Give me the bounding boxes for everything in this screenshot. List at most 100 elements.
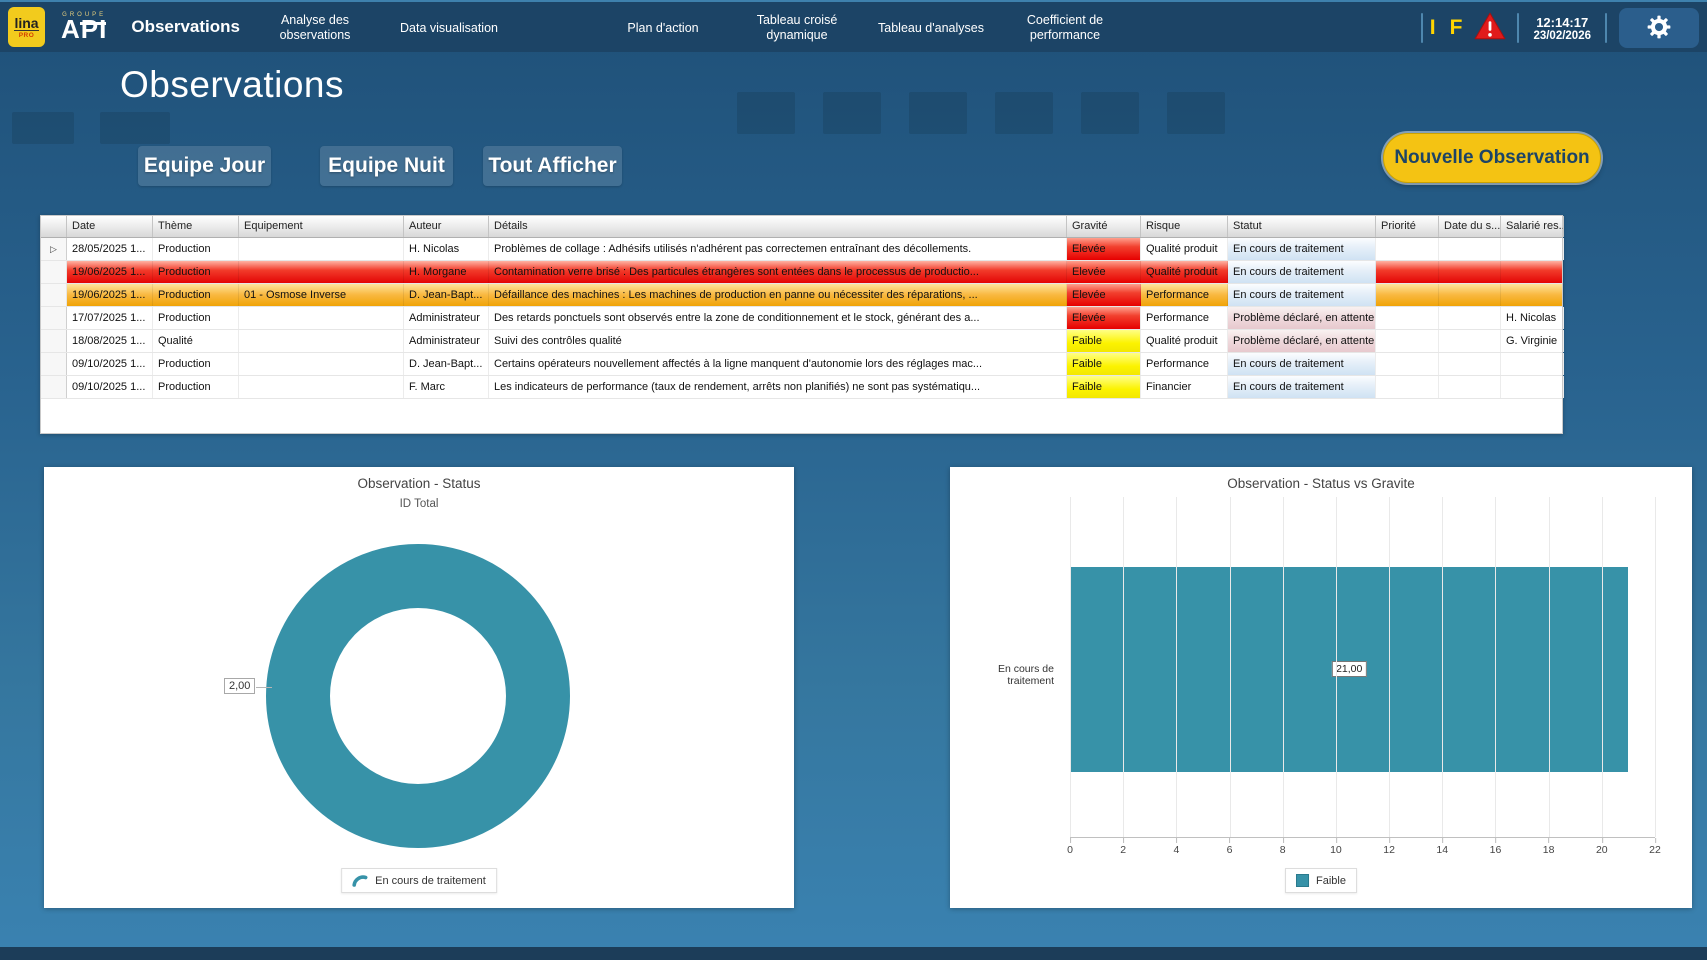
cell-theme[interactable]: Production <box>153 238 239 260</box>
cell-salarie[interactable] <box>1501 284 1564 306</box>
indicator-f[interactable]: F <box>1450 16 1463 40</box>
cell-auteur[interactable]: H. Nicolas <box>404 238 489 260</box>
cell-date-suivi[interactable] <box>1439 307 1501 329</box>
cell-statut[interactable]: En cours de traitement <box>1228 284 1376 306</box>
cell-gravite[interactable]: Elevée <box>1067 284 1141 306</box>
cell-risque[interactable]: Performance <box>1141 307 1228 329</box>
cell-details[interactable]: Suivi des contrôles qualité <box>489 330 1067 352</box>
cell-equipement[interactable] <box>239 238 404 260</box>
cell-statut[interactable]: En cours de traitement <box>1228 376 1376 398</box>
cell-risque[interactable]: Qualité produit <box>1141 261 1228 283</box>
cell-theme[interactable]: Production <box>153 353 239 375</box>
table-row[interactable]: 19/06/2025 1...Production01 - Osmose Inv… <box>41 284 1562 307</box>
cell-theme[interactable]: Qualité <box>153 330 239 352</box>
cell-priorite[interactable] <box>1376 238 1439 260</box>
column-header[interactable]: Risque <box>1141 216 1228 237</box>
cell-equipement[interactable] <box>239 353 404 375</box>
bar-legend[interactable]: Faible <box>1285 868 1357 893</box>
table-row[interactable]: 09/10/2025 1...ProductionD. Jean-Bapt...… <box>41 353 1562 376</box>
cell-gravite[interactable]: Elevée <box>1067 307 1141 329</box>
column-header[interactable]: Date du s... <box>1439 216 1501 237</box>
cell-risque[interactable]: Financier <box>1141 376 1228 398</box>
row-expander[interactable] <box>41 284 67 306</box>
cell-theme[interactable]: Production <box>153 261 239 283</box>
cell-details[interactable]: Contamination verre brisé : Des particul… <box>489 261 1067 283</box>
cell-date-suivi[interactable] <box>1439 353 1501 375</box>
cell-priorite[interactable] <box>1376 284 1439 306</box>
nav-data-visualisation[interactable]: Data visualisation <box>389 21 509 36</box>
cell-date-suivi[interactable] <box>1439 330 1501 352</box>
cell-statut[interactable]: Problème déclaré, en attente ... <box>1228 307 1376 329</box>
column-header[interactable]: Statut <box>1228 216 1376 237</box>
cell-auteur[interactable]: F. Marc <box>404 376 489 398</box>
cell-gravite[interactable]: Elevée <box>1067 238 1141 260</box>
row-expander[interactable] <box>41 376 67 398</box>
cell-risque[interactable]: Performance <box>1141 353 1228 375</box>
column-header[interactable]: Date <box>67 216 153 237</box>
column-header[interactable]: Priorité <box>1376 216 1439 237</box>
indicator-i[interactable]: I <box>1430 16 1436 40</box>
cell-salarie[interactable] <box>1501 261 1564 283</box>
table-row[interactable]: 18/08/2025 1...QualitéAdministrateurSuiv… <box>41 330 1562 353</box>
cell-salarie[interactable] <box>1501 376 1564 398</box>
cell-gravite[interactable]: Faible <box>1067 376 1141 398</box>
cell-statut[interactable]: Problème déclaré, en attente ... <box>1228 330 1376 352</box>
cell-date-suivi[interactable] <box>1439 238 1501 260</box>
column-header[interactable]: Gravité <box>1067 216 1141 237</box>
cell-theme[interactable]: Production <box>153 376 239 398</box>
cell-statut[interactable]: En cours de traitement <box>1228 353 1376 375</box>
column-header[interactable]: Salarié res... <box>1501 216 1564 237</box>
cell-details[interactable]: Les indicateurs de performance (taux de … <box>489 376 1067 398</box>
settings-button[interactable] <box>1619 8 1699 48</box>
equipe-jour-button[interactable]: Equipe Jour <box>138 146 271 186</box>
donut-legend[interactable]: En cours de traitement <box>341 868 497 893</box>
nav-plan-action[interactable]: Plan d'action <box>603 21 723 36</box>
table-row[interactable]: ▷28/05/2025 1...Production H. NicolasProb… <box>41 238 1562 261</box>
column-header[interactable]: Détails <box>489 216 1067 237</box>
cell-date-suivi[interactable] <box>1439 261 1501 283</box>
cell-risque[interactable]: Qualité produit <box>1141 238 1228 260</box>
cell-statut[interactable]: En cours de traitement <box>1228 261 1376 283</box>
row-expander[interactable] <box>41 353 67 375</box>
cell-salarie[interactable]: G. Virginie <box>1501 330 1564 352</box>
cell-equipement[interactable] <box>239 261 404 283</box>
cell-salarie[interactable] <box>1501 353 1564 375</box>
equipe-nuit-button[interactable]: Equipe Nuit <box>320 146 453 186</box>
column-header[interactable]: Equipement <box>239 216 404 237</box>
cell-date[interactable]: 28/05/2025 1... <box>67 238 153 260</box>
tout-afficher-button[interactable]: Tout Afficher <box>483 146 622 186</box>
nav-tableau-analyses[interactable]: Tableau d'analyses <box>871 21 991 36</box>
cell-priorite[interactable] <box>1376 307 1439 329</box>
row-expander[interactable] <box>41 261 67 283</box>
cell-equipement[interactable]: 01 - Osmose Inverse <box>239 284 404 306</box>
cell-equipement[interactable] <box>239 307 404 329</box>
donut-ring[interactable] <box>263 541 573 851</box>
cell-date[interactable]: 09/10/2025 1... <box>67 376 153 398</box>
row-expander[interactable]: ▷ <box>41 238 67 260</box>
cell-details[interactable]: Problèmes de collage : Adhésifs utilisés… <box>489 238 1067 260</box>
cell-gravite[interactable]: Faible <box>1067 330 1141 352</box>
cell-date[interactable]: 19/06/2025 1... <box>67 284 153 306</box>
cell-auteur[interactable]: D. Jean-Bapt... <box>404 284 489 306</box>
cell-details[interactable]: Défaillance des machines : Les machines … <box>489 284 1067 306</box>
nav-analyse-observations[interactable]: Analyse des observations <box>255 13 375 43</box>
cell-priorite[interactable] <box>1376 376 1439 398</box>
cell-equipement[interactable] <box>239 376 404 398</box>
cell-gravite[interactable]: Elevée <box>1067 261 1141 283</box>
cell-date[interactable]: 17/07/2025 1... <box>67 307 153 329</box>
nav-coefficient-performance[interactable]: Coefficient de performance <box>1005 13 1125 43</box>
row-expander[interactable] <box>41 307 67 329</box>
column-header[interactable]: Auteur <box>404 216 489 237</box>
cell-auteur[interactable]: H. Morgane <box>404 261 489 283</box>
cell-theme[interactable]: Production <box>153 307 239 329</box>
cell-risque[interactable]: Performance <box>1141 284 1228 306</box>
cell-date[interactable]: 18/08/2025 1... <box>67 330 153 352</box>
table-row[interactable]: 17/07/2025 1...Production AdministrateurD… <box>41 307 1562 330</box>
cell-details[interactable]: Des retards ponctuels sont observés entr… <box>489 307 1067 329</box>
cell-gravite[interactable]: Faible <box>1067 353 1141 375</box>
cell-statut[interactable]: En cours de traitement <box>1228 238 1376 260</box>
nouvelle-observation-button[interactable]: Nouvelle Observation <box>1383 133 1601 183</box>
cell-auteur[interactable]: Administrateur <box>404 307 489 329</box>
cell-salarie[interactable]: H. Nicolas <box>1501 307 1564 329</box>
table-row[interactable]: 09/10/2025 1...Production F. MarcLes indi… <box>41 376 1562 399</box>
